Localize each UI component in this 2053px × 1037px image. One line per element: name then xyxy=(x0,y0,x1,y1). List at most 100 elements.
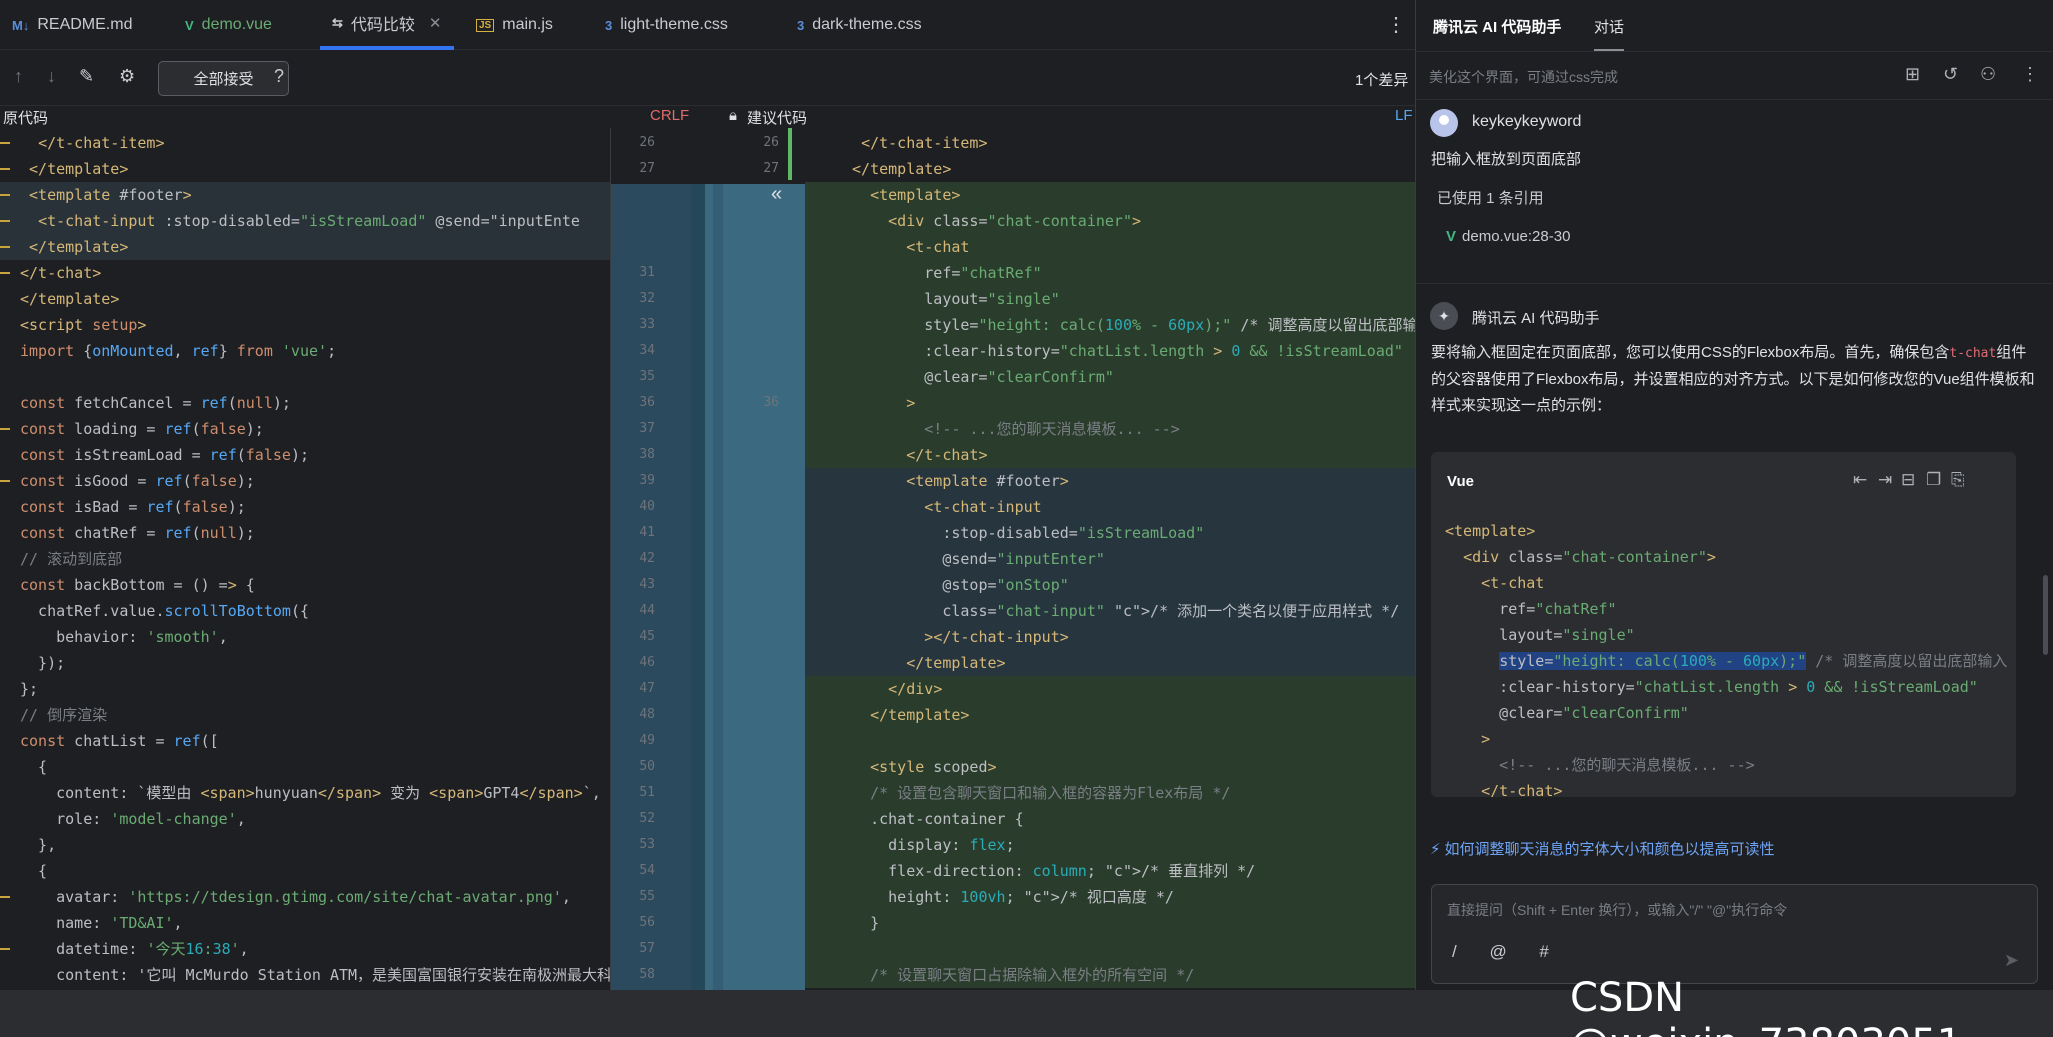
code-line: </t-chat-item> xyxy=(861,134,988,152)
copy-icon[interactable]: ❐ xyxy=(1926,470,1941,490)
code-line: const chatList = ref([ xyxy=(20,732,219,750)
warning-marker xyxy=(0,896,10,898)
code-line: }); xyxy=(20,654,66,672)
diff-icon[interactable]: ⊟ xyxy=(1901,470,1915,490)
vue-icon: V xyxy=(185,17,194,33)
history-icon[interactable]: ↺ xyxy=(1943,64,1958,85)
code-line: <t-chat xyxy=(1481,574,1545,592)
code-line: role: 'model-change', xyxy=(20,810,246,828)
code-line: </t-chat-item> xyxy=(38,134,165,152)
arrow-down-icon[interactable]: ↓ xyxy=(47,66,56,87)
chat-input-placeholder: 直接提问（Shift + Enter 换行），或输入"/" "@"执行命令 xyxy=(1447,902,1788,918)
line-number: 52 xyxy=(639,811,655,826)
code-line: </t-chat> xyxy=(20,264,102,282)
robot-icon[interactable]: ⚇ xyxy=(1980,64,1996,85)
tab-demo-vue[interactable]: V demo.vue xyxy=(185,0,272,50)
reference-count[interactable]: 已使用 1 条引用 xyxy=(1437,187,1544,208)
reference-file-link[interactable]: Vdemo.vue:28-30 xyxy=(1446,228,1570,245)
tab-light-theme-css[interactable]: 3 light-theme.css xyxy=(605,0,728,50)
warning-marker xyxy=(0,428,10,430)
line-ending-crlf[interactable]: CRLF xyxy=(650,107,689,124)
diff-connector xyxy=(691,184,705,990)
line-number xyxy=(615,234,655,260)
more-options-icon[interactable]: ⋮ xyxy=(1386,12,1406,37)
tab-label: demo.vue xyxy=(201,16,272,33)
line-number: 50 xyxy=(639,759,655,774)
line-number: 54 xyxy=(639,863,655,878)
accept-all-button[interactable]: 全部接受 xyxy=(158,61,289,96)
diff-toolbar: ↑ ↓ ✎ ⚙ 全部接受 ? 1个差异 xyxy=(0,50,1415,106)
tab-label: dark-theme.css xyxy=(812,16,922,33)
input-command-tools[interactable]: / @ # xyxy=(1452,942,1563,962)
gear-icon[interactable]: ⚙ xyxy=(119,66,135,87)
tab-main-js[interactable]: JS main.js xyxy=(476,0,553,50)
code-line: <t-chat-input xyxy=(805,494,1415,520)
warning-marker xyxy=(0,142,10,144)
code-line: style="height: calc(100% - 60px);" /* 调整… xyxy=(1499,652,2008,670)
send-icon[interactable]: ➤ xyxy=(2004,950,2019,971)
diff-gutter: « 26 27 31 32 33 34 35 36 37 38 39 40 41 42 43 44 45 46 47… xyxy=(611,128,805,990)
reference-file-label: demo.vue:28-30 xyxy=(1462,228,1571,245)
line-number: 44 xyxy=(639,603,655,618)
line-number: 36 xyxy=(639,395,655,410)
line-number: 42 xyxy=(639,551,655,566)
line-number xyxy=(739,234,779,260)
code-line: { xyxy=(20,862,48,880)
line-number xyxy=(739,338,779,364)
warning-marker xyxy=(0,480,10,482)
more-options-icon[interactable]: ⋮ xyxy=(2021,64,2039,85)
line-number: 36 xyxy=(763,395,779,410)
code-line: <!-- ...您的聊天消息模板... --> xyxy=(805,416,1415,442)
line-number: 48 xyxy=(639,707,655,722)
insert-icon[interactable]: ⇤ xyxy=(1853,470,1867,490)
line-number: 31 xyxy=(639,265,655,280)
watermark: CSDN @weixin_73803051 xyxy=(1570,975,1962,1037)
code-line: datetime: '今天16:38', xyxy=(20,940,249,958)
tab-code-compare[interactable]: ⇆ 代码比较 ✕ xyxy=(320,0,454,50)
line-ending-lf[interactable]: LF xyxy=(1395,107,1413,124)
arrow-up-icon[interactable]: ↑ xyxy=(14,66,23,87)
tab-dark-theme-css[interactable]: 3 dark-theme.css xyxy=(797,0,922,50)
code-line: <t-chat xyxy=(805,234,1415,260)
new-chat-icon[interactable]: ⊞ xyxy=(1905,64,1920,85)
line-number: 51 xyxy=(639,785,655,800)
code-line: } xyxy=(805,910,1415,936)
code-line xyxy=(805,728,1415,754)
code-line: :clear-history="chatList.length > 0 && !… xyxy=(805,338,1415,364)
line-number: 55 xyxy=(639,889,655,904)
code-line: :stop-disabled="isStreamLoad" xyxy=(805,520,1415,546)
code-line: flex-direction: column; "c">/* 垂直排列 */ xyxy=(805,858,1415,884)
code-line: const chatRef = ref(null); xyxy=(20,524,255,542)
chat-input[interactable]: 直接提问（Shift + Enter 换行），或输入"/" "@"执行命令 / … xyxy=(1431,884,2038,984)
code-line: </t-chat> xyxy=(1481,782,1563,797)
suggested-code-pane[interactable]: </t-chat-item> </template> <template> <d… xyxy=(805,128,1415,990)
code-line: </template> xyxy=(29,160,129,178)
code-line: <style scoped> xyxy=(805,754,1415,780)
tab-readme[interactable]: M↓ README.md xyxy=(12,0,132,50)
code-line: content: `模型由 <span>hunyuan</span> 变为 <s… xyxy=(20,784,601,802)
code-line: behavior: 'smooth', xyxy=(20,628,228,646)
code-line: </t-chat> xyxy=(805,442,1415,468)
line-number xyxy=(739,260,779,286)
lightning-icon: ⚡︎ xyxy=(1430,841,1441,858)
new-file-icon[interactable]: ⎘ xyxy=(1951,470,1965,490)
close-icon[interactable]: ✕ xyxy=(429,14,442,32)
code-language: Vue xyxy=(1447,473,1474,490)
original-code-pane[interactable]: </t-chat-item> </template> <template #fo… xyxy=(0,128,611,990)
suggested-code-label: 建议代码 xyxy=(747,110,808,127)
code-line: </template> xyxy=(0,234,610,260)
assistant-message: 要将输入框固定在页面底部，您可以使用CSS的Flexbox布局。首先，确保包含t… xyxy=(1431,340,2036,419)
code-line: > xyxy=(1481,730,1491,748)
code-line: /* 设置包含聊天窗口和输入框的容器为Flex布局 */ xyxy=(805,780,1415,806)
line-number: 49 xyxy=(639,733,655,748)
edit-icon[interactable]: ✎ xyxy=(79,66,94,87)
scrollbar[interactable] xyxy=(2043,575,2048,655)
suggested-question-link[interactable]: ⚡︎ 如何调整聊天消息的字体大小和颜色以提高可读性 xyxy=(1430,838,1775,859)
code-line: :clear-history="chatList.length > 0 && !… xyxy=(1445,678,1978,696)
line-number xyxy=(739,208,779,234)
insert-below-icon[interactable]: ⇥ xyxy=(1878,470,1892,490)
tab-conversation[interactable]: 对话 xyxy=(1594,16,1625,51)
code-line: <template #footer> xyxy=(0,182,610,208)
help-icon[interactable]: ? xyxy=(274,66,284,87)
code-line: }, xyxy=(20,836,57,854)
